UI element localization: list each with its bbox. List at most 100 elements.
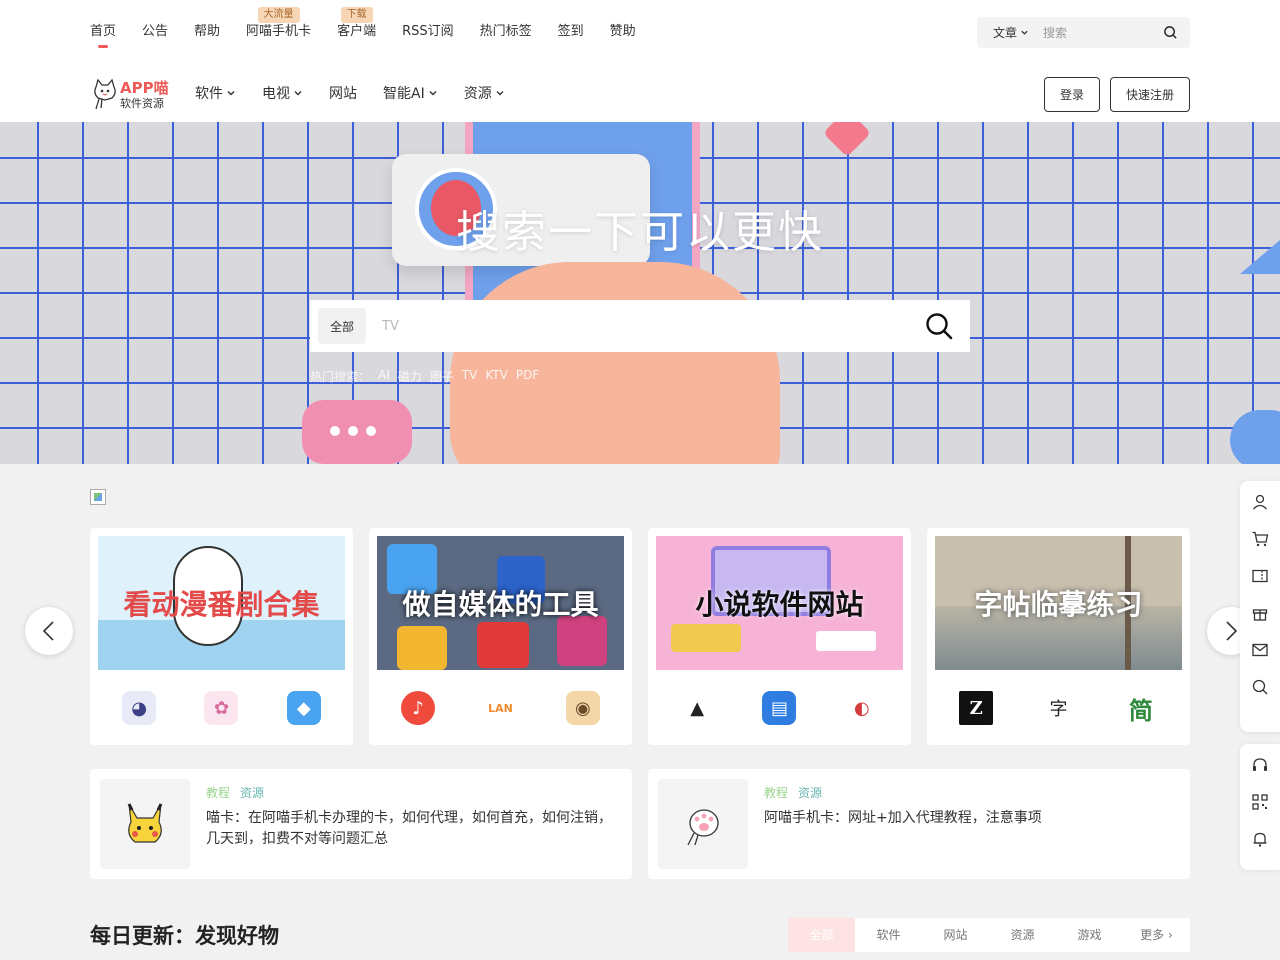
topnav-item-simcard[interactable]: 大流量 阿喵手机卡 [246,0,311,64]
cloud-illustration [1230,410,1280,464]
article-tag[interactable]: 资源 [240,784,264,801]
bell-icon[interactable] [1240,822,1280,855]
article-card[interactable]: 教程 资源 喵卡：在阿喵手机卡办理的卡，如何代理，如何首充，如何注销，几天到，扣… [90,769,632,879]
search-category-button[interactable]: 全部 [318,308,366,344]
app-icon[interactable]: ◉ [565,691,600,725]
topnav-item-rss[interactable]: RSS订阅 [402,0,454,64]
hot-tag[interactable]: 圈子 [430,368,454,385]
article-thumbnail[interactable] [658,779,748,869]
hero-title: 搜索一下可以更快 [456,207,824,258]
nav-label: 资源 [463,86,492,102]
filter-tabs: 全部 软件 网站 资源 游戏 更多 › [788,918,1190,952]
user-icon[interactable] [1240,485,1280,518]
search-type-select[interactable]: 文章 [993,24,1029,41]
search-icon[interactable] [924,311,954,341]
filter-tab-resources[interactable]: 资源 [989,918,1056,952]
topic-card[interactable]: 字帖临摹练习 Z 字 简 [927,528,1190,745]
app-icon[interactable]: ▤ [762,691,797,725]
topnav-label: 帮助 [194,24,221,39]
article-tag[interactable]: 教程 [206,784,230,801]
cart-icon[interactable] [1240,522,1280,555]
app-icon[interactable]: LAN [483,691,518,725]
topnav-item-home[interactable]: 首页 [90,0,116,64]
hot-tag[interactable]: KTV [485,368,507,385]
hot-tag[interactable]: AI [378,368,390,385]
hero-search-input[interactable] [382,318,902,334]
card-app-icons: ▲ ▤ ◐ [656,678,903,738]
pink-speech-bubble [302,400,412,464]
article-card[interactable]: 教程 资源 阿喵手机卡：网址+加入代理教程，注意事项 [648,769,1190,879]
topnav-item-checkin[interactable]: 签到 [558,0,584,64]
topnav-item-hot-tags[interactable]: 热门标签 [480,0,532,64]
article-title[interactable]: 喵卡：在阿喵手机卡办理的卡，如何代理，如何首充，如何注销，几天到，扣费不对等问题… [206,808,614,850]
search-type-label: 文章 [993,26,1018,40]
app-icon[interactable]: 字 [1041,691,1076,725]
nav-item-software[interactable]: 软件 [195,83,236,103]
mail-icon[interactable] [1240,633,1280,666]
chevron-down-icon [429,91,437,96]
cat-logo-icon [94,78,116,110]
topic-card[interactable]: 做自媒体的工具 ♪ LAN ◉ [369,528,632,745]
search-icon[interactable] [1163,25,1178,40]
hot-tag[interactable]: PDF [516,368,539,385]
login-button[interactable]: 登录 [1044,77,1100,112]
chevron-down-icon [227,91,235,96]
logo-subtitle: 软件资源 [120,97,164,110]
card-banner-text: 看动漫番剧合集 [123,588,320,621]
card-banner[interactable]: 做自媒体的工具 [377,536,624,670]
filter-tab-more-label: 更多 [1140,928,1165,942]
filter-tab-website[interactable]: 网站 [922,918,989,952]
app-icon[interactable]: ♪ [401,691,436,725]
card-banner[interactable]: 字帖临摹练习 [935,536,1182,670]
app-icon[interactable]: ▲ [680,691,715,725]
article-title[interactable]: 阿喵手机卡：网址+加入代理教程，注意事项 [764,808,1172,829]
card-banner[interactable]: 看动漫番剧合集 [98,536,345,670]
site-logo[interactable]: APP喵 软件资源 [90,76,170,112]
headset-icon[interactable] [1240,748,1280,781]
article-tag[interactable]: 资源 [798,784,822,801]
topnav-item-client[interactable]: 下载 客户端 [337,0,376,64]
article-tag[interactable]: 教程 [764,784,788,801]
app-icon[interactable]: ◐ [844,691,879,725]
topnav-label: 客户端 [337,24,377,39]
nav-item-resources[interactable]: 资源 [464,83,505,103]
hot-tag[interactable]: 磁力 [398,368,422,385]
topnav-label: RSS订阅 [402,24,454,39]
app-icon[interactable]: ✿ [204,691,239,725]
filter-tab-more[interactable]: 更多 › [1123,918,1190,952]
topnav-item-announcement[interactable]: 公告 [142,0,168,64]
top-search-input[interactable] [1043,25,1144,40]
app-icon[interactable]: Z [959,691,994,725]
nav-item-website[interactable]: 网站 [329,83,357,103]
ticket-icon[interactable] [1240,559,1280,592]
nav-item-tv[interactable]: 电视 [262,83,303,103]
filter-tab-games[interactable]: 游戏 [1056,918,1123,952]
search-icon[interactable] [1240,670,1280,703]
register-button[interactable]: 快速注册 [1110,77,1190,112]
topnav-item-help[interactable]: 帮助 [194,0,220,64]
nav-item-ai[interactable]: 智能AI [383,83,438,103]
hot-tag[interactable]: TV [462,368,478,385]
main-nav: 软件 电视 网站 智能AI 资源 [195,64,531,122]
app-icon[interactable]: ◆ [286,691,321,725]
filter-tab-all[interactable]: 全部 [788,918,855,952]
chevron-down-icon [294,91,302,96]
gift-icon[interactable] [1240,596,1280,629]
topic-card[interactable]: 小说软件网站 ▲ ▤ ◐ [648,528,911,745]
app-icon[interactable]: 简 [1123,691,1158,725]
topic-card[interactable]: 看动漫番剧合集 ◕ ✿ ◆ [90,528,353,745]
hero-banner: 搜索一下可以更快 全部 热门搜索： AI 磁力 圈子 TV KTV PDF [0,122,1280,464]
filter-tab-software[interactable]: 软件 [855,918,922,952]
topnav-item-sponsor[interactable]: 赞助 [610,0,636,64]
section-title: 每日更新：发现好物 [90,924,279,948]
qrcode-icon[interactable] [1240,785,1280,818]
card-app-icons: Z 字 简 [935,678,1182,738]
article-thumbnail[interactable] [100,779,190,869]
hot-searches: 热门搜索： AI 磁力 圈子 TV KTV PDF [310,368,539,385]
carousel-prev-button[interactable] [25,607,73,655]
app-icon[interactable]: ◕ [122,691,157,725]
card-banner-text: 做自媒体的工具 [402,588,599,621]
card-banner[interactable]: 小说软件网站 [656,536,903,670]
chevron-down-icon [1021,30,1028,35]
main-header: APP喵 软件资源 软件 电视 网站 智能AI 资源 登录 快速注册 [0,64,1280,122]
